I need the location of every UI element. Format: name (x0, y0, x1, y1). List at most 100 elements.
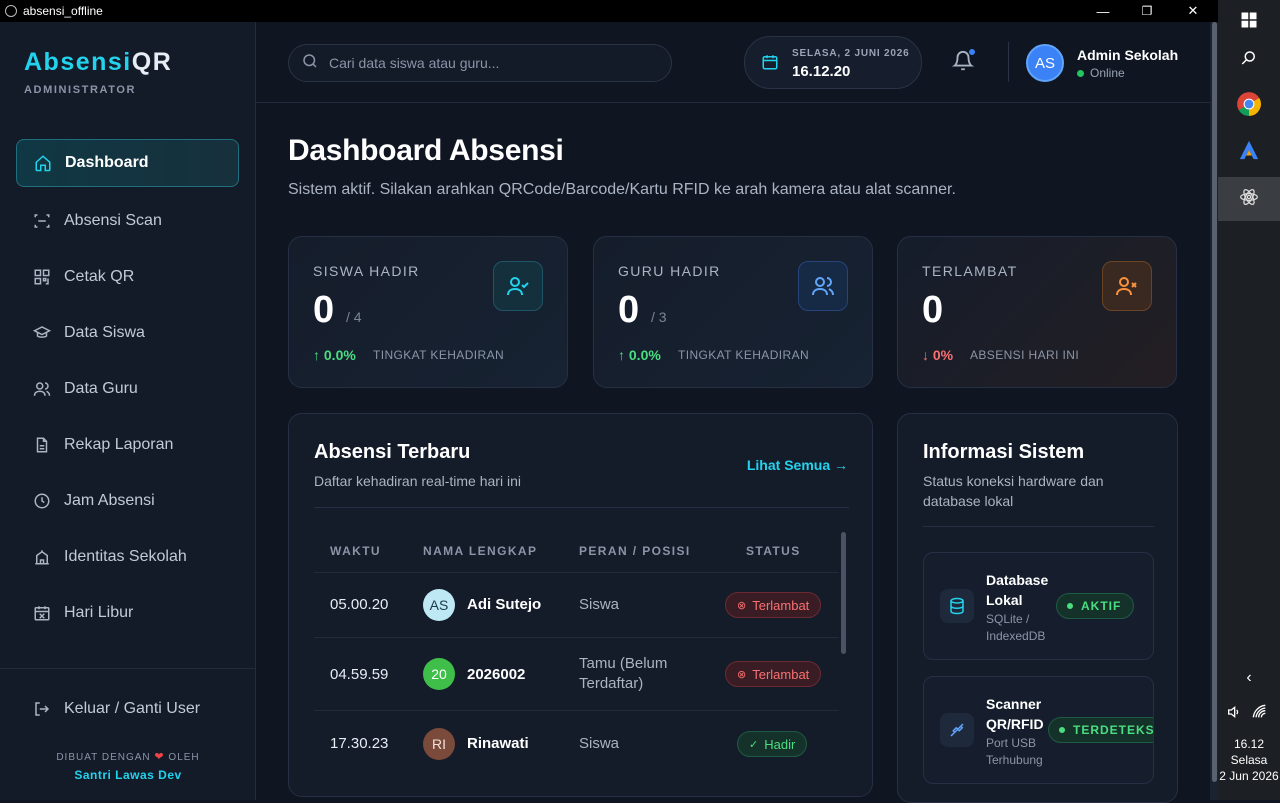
stat-card-siswa-hadir: SISWA HADIR 0 / 4 ↑ 0.0% TINGKAT KEHADIR… (288, 236, 568, 388)
table-row[interactable]: 17.30.23 RI Rinawati Siswa ✓ Hadir (314, 710, 839, 776)
scrollbar-thumb[interactable] (1212, 22, 1217, 782)
stat-value: 0 (618, 289, 640, 331)
show-hidden-icons-button[interactable]: ‹ (1218, 666, 1280, 690)
status-badge: AKTIF (1056, 593, 1135, 619)
sidebar-item-identitas-sekolah[interactable]: Identitas Sekolah (16, 533, 239, 581)
maximize-button[interactable]: ❐ (1124, 0, 1170, 22)
status-badge: ✓ Hadir (737, 731, 808, 757)
search-button[interactable] (1218, 38, 1280, 82)
users-icon (798, 261, 848, 311)
stat-total: / 4 (346, 309, 362, 325)
notification-dot (968, 48, 976, 56)
table-scrollbar[interactable] (841, 532, 846, 654)
current-date: SELASA, 2 JUNI 2026 (792, 48, 910, 59)
search-input[interactable] (329, 55, 649, 71)
sidebar-item-absensi-scan[interactable]: Absensi Scan (16, 197, 239, 245)
search-icon (301, 52, 319, 75)
header-divider (1008, 42, 1009, 82)
stat-trend: ↓ 0% (922, 347, 954, 363)
credit-line: DIBUAT DENGAN ❤ OLEH (56, 751, 200, 763)
panel-title: Informasi Sistem (923, 441, 1085, 463)
user-status: Online (1077, 66, 1125, 80)
table-row[interactable]: 05.00.20 AS Adi Sutejo Siswa ⊗ Terlambat (314, 572, 839, 637)
recent-attendance-panel: Absensi Terbaru Daftar kehadiran real-ti… (288, 413, 873, 797)
heart-icon: ❤ (154, 751, 165, 763)
user-name: Admin Sekolah (1077, 47, 1179, 63)
app-taskbar-button[interactable] (1218, 130, 1280, 174)
column-header[interactable]: PERAN / POSISI (579, 544, 691, 558)
minimize-button[interactable]: — (1080, 0, 1126, 22)
stat-value: 0 (313, 289, 335, 331)
window-title-bar: absensi_offline — ❐ ✕ (0, 0, 1218, 22)
info-card-database: Database Lokal SQLite / IndexedDB AKTIF (923, 552, 1154, 660)
current-time: 16.12.20 (792, 63, 851, 80)
top-header: SELASA, 2 JUNI 2026 16.12.20 AS Admin Se… (256, 22, 1210, 103)
system-info-panel: Informasi Sistem Status koneksi hardware… (897, 413, 1178, 803)
bell-icon (951, 51, 975, 76)
brand-role: ADMINISTRATOR (24, 84, 137, 96)
search-icon (1240, 49, 1258, 72)
main-scrollbar[interactable] (1210, 22, 1218, 800)
electron-icon (1239, 187, 1259, 212)
close-button[interactable]: ✕ (1170, 0, 1216, 22)
scan-icon (32, 211, 52, 231)
info-card-scanner: Scanner QR/RFID Port USB Terhubung TERDE… (923, 676, 1154, 784)
taskbar-clock[interactable]: 16.12 (1218, 737, 1280, 752)
scanner-icon (940, 713, 974, 747)
chrome-icon (1236, 91, 1262, 122)
panel-subtitle: Status koneksi hardware dan database lok… (923, 473, 1104, 509)
column-header[interactable]: STATUS (746, 544, 801, 558)
sidebar: AbsensiQR ADMINISTRATOR Dashboard Absens… (0, 22, 256, 800)
column-header[interactable]: WAKTU (330, 544, 381, 558)
sidebar-item-data-guru[interactable]: Data Guru (16, 365, 239, 413)
file-icon (32, 435, 52, 455)
home-icon (33, 153, 53, 173)
calendar-x-icon (32, 603, 52, 623)
clock-icon (32, 491, 52, 511)
page-description: Sistem aktif. Silakan arahkan QRCode/Bar… (288, 181, 956, 198)
x-circle-icon: ⊗ (737, 668, 747, 681)
sidebar-item-rekap-laporan[interactable]: Rekap Laporan (16, 421, 239, 469)
chrome-taskbar-button[interactable] (1218, 84, 1280, 128)
users-icon (32, 379, 52, 399)
wifi-icon[interactable] (1252, 704, 1268, 725)
panel-divider (314, 507, 849, 508)
user-x-icon (1102, 261, 1152, 311)
avatar: RI (423, 728, 455, 760)
volume-icon[interactable] (1226, 704, 1242, 725)
calendar-icon (761, 53, 779, 76)
status-badge: ⊗ Terlambat (725, 592, 822, 618)
sidebar-item-data-siswa[interactable]: Data Siswa (16, 309, 239, 357)
date-time-display: SELASA, 2 JUNI 2026 16.12.20 (744, 36, 922, 89)
panel-subtitle: Daftar kehadiran real-time hari ini (314, 473, 521, 489)
online-dot (1077, 69, 1084, 77)
status-badge: TERDETEKSI (1048, 717, 1153, 743)
user-avatar[interactable]: AS (1026, 44, 1064, 82)
credit-author[interactable]: Santri Lawas Dev (0, 768, 256, 782)
app-logo-icon (1238, 139, 1260, 166)
brand-logo: AbsensiQR (24, 48, 173, 76)
sidebar-item-dashboard[interactable]: Dashboard (16, 139, 239, 187)
chevron-left-icon: ‹ (1246, 669, 1252, 686)
stat-trend: ↑ 0.0% (618, 347, 661, 363)
stat-card-guru-hadir: GURU HADIR 0 / 3 ↑ 0.0% TINGKAT KEHADIRA… (593, 236, 873, 388)
sidebar-item-hari-libur[interactable]: Hari Libur (16, 589, 239, 637)
sidebar-item-jam-absensi[interactable]: Jam Absensi (16, 477, 239, 525)
logout-button[interactable]: Keluar / Ganti User (16, 685, 239, 733)
see-all-link[interactable]: Lihat Semua → (747, 457, 848, 473)
window-title: absensi_offline (23, 4, 103, 18)
graduation-cap-icon (32, 323, 52, 343)
notification-button[interactable] (951, 48, 976, 76)
table-row[interactable]: 04.59.59 20 2026002 Tamu (Belum Terdafta… (314, 637, 839, 710)
search-bar[interactable] (288, 44, 672, 82)
status-badge: ⊗ Terlambat (725, 661, 822, 687)
stat-value: 0 (922, 289, 944, 331)
column-header[interactable]: NAMA LENGKAP (423, 544, 537, 558)
sidebar-divider (0, 668, 256, 669)
absensi-taskbar-button[interactable] (1218, 177, 1280, 221)
sidebar-item-cetak-qr[interactable]: Cetak QR (16, 253, 239, 301)
qr-icon (32, 267, 52, 287)
app-icon (5, 5, 17, 17)
user-check-icon (493, 261, 543, 311)
avatar: 20 (423, 658, 455, 690)
